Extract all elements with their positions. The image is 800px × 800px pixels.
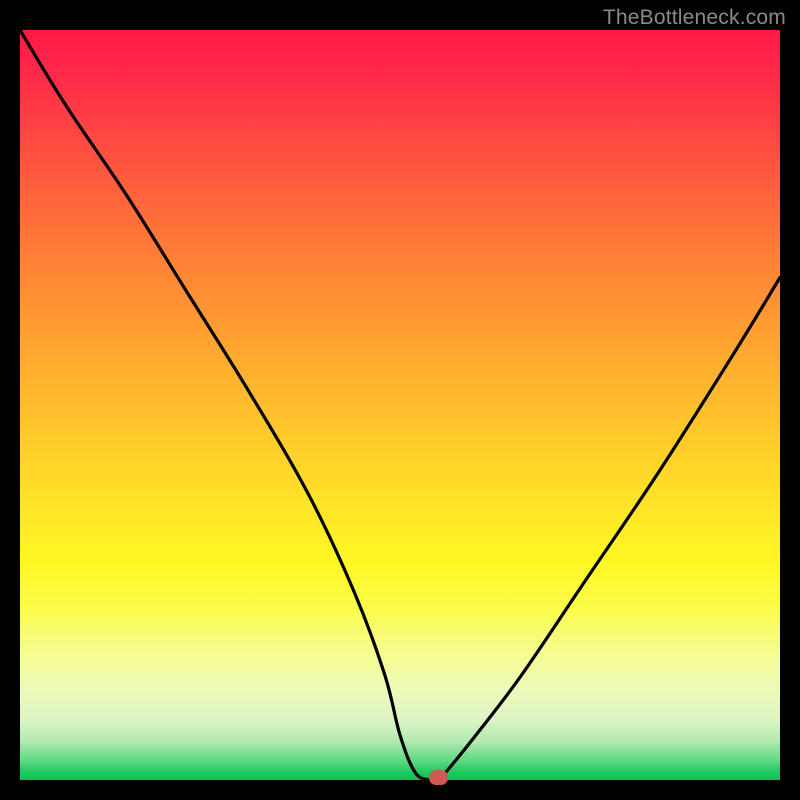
watermark-text: TheBottleneck.com [603, 6, 786, 30]
plot-area [20, 30, 780, 780]
bottleneck-curve [20, 30, 780, 780]
chart-container: TheBottleneck.com [0, 0, 800, 800]
optimal-point-marker [429, 770, 448, 785]
